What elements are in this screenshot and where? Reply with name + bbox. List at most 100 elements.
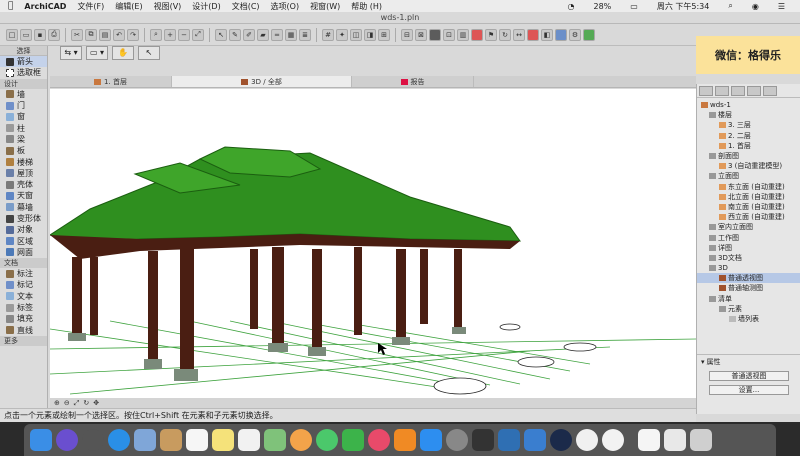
facetime-icon[interactable] xyxy=(342,429,364,451)
menu-help[interactable]: 帮助 (H) xyxy=(351,1,382,12)
design-tool-7[interactable]: 屋顶 xyxy=(0,168,47,179)
menu-options[interactable]: 选项(O) xyxy=(271,1,300,12)
doc-tool-4[interactable]: 填充 xyxy=(0,313,47,324)
tree-stories[interactable]: 楼层 xyxy=(697,110,800,120)
doc-tool-2[interactable]: 文本 xyxy=(0,291,47,302)
save-icon[interactable]: ▪ xyxy=(34,28,46,41)
tree-story-2[interactable]: 2. 二层 xyxy=(697,131,800,141)
menu-view[interactable]: 视图(V) xyxy=(154,1,182,12)
app-menu[interactable]: ArchiCAD xyxy=(24,2,66,11)
tree-elevations[interactable]: 立面图 xyxy=(697,171,800,181)
organizer-tab[interactable] xyxy=(763,86,777,96)
document-icon[interactable] xyxy=(638,429,660,451)
maps-icon[interactable] xyxy=(264,429,286,451)
doc-tool-5[interactable]: 直线 xyxy=(0,325,47,336)
settings-button[interactable]: 设置... xyxy=(709,385,789,395)
tree-interior-elevations[interactable]: 室内立面图 xyxy=(697,222,800,232)
reminders-icon[interactable] xyxy=(238,429,260,451)
tree-3d[interactable]: 3D xyxy=(697,263,800,273)
design-tool-10[interactable]: 幕墙 xyxy=(0,202,47,213)
tool-marquee[interactable]: 选取框 xyxy=(0,67,47,78)
layout-book-tab[interactable] xyxy=(731,86,745,96)
doc-tool-0[interactable]: 标注 xyxy=(0,268,47,279)
zoom-in-icon[interactable]: ⊕ xyxy=(54,399,60,407)
tab-3d[interactable]: 3D / 全部 xyxy=(172,76,352,87)
wifi-icon[interactable]: ◔ xyxy=(568,2,575,11)
siri-icon[interactable]: ◉ xyxy=(752,2,759,11)
archicad-icon[interactable] xyxy=(472,429,494,451)
tree-axonometry[interactable]: 普通轴测图 xyxy=(697,283,800,293)
marquee-shape-button[interactable]: ▭ ▾ xyxy=(86,46,108,60)
books-icon[interactable] xyxy=(394,429,416,451)
launchpad-icon[interactable] xyxy=(82,429,104,451)
calendar-icon[interactable] xyxy=(186,429,208,451)
quicktime-icon[interactable] xyxy=(550,429,572,451)
app-store-icon[interactable] xyxy=(420,429,442,451)
open-file-icon[interactable]: ▭ xyxy=(20,28,32,41)
menu-edit[interactable]: 编辑(E) xyxy=(115,1,142,12)
tree-sections[interactable]: 剖面图 xyxy=(697,151,800,161)
publisher-tab[interactable] xyxy=(747,86,761,96)
clock[interactable]: 周六 下午5:34 xyxy=(657,1,710,12)
design-tool-13[interactable]: 区域 xyxy=(0,235,47,246)
search-icon[interactable]: ⌕ xyxy=(728,1,732,11)
design-tool-11[interactable]: 变形体 xyxy=(0,213,47,224)
downloads-icon[interactable] xyxy=(664,429,686,451)
design-tool-1[interactable]: 门 xyxy=(0,100,47,111)
contacts-icon[interactable] xyxy=(160,429,182,451)
design-tool-12[interactable]: 对象 xyxy=(0,224,47,235)
menu-window[interactable]: 视窗(W) xyxy=(310,1,340,12)
notes-icon[interactable] xyxy=(212,429,234,451)
navigation-icon[interactable]: ✥ xyxy=(93,399,99,407)
control-icon[interactable]: ☰ xyxy=(778,2,785,11)
tree-lists[interactable]: 清单 xyxy=(697,294,800,304)
tool-arrow[interactable]: 箭头 xyxy=(0,56,47,68)
new-file-icon[interactable]: □ xyxy=(6,28,18,41)
menu-file[interactable]: 文件(F) xyxy=(77,1,104,12)
tree-section-item[interactable]: 3 (自动重建模型) xyxy=(697,161,800,171)
system-preferences-icon[interactable] xyxy=(446,429,468,451)
finder-icon[interactable] xyxy=(30,429,52,451)
current-view-field[interactable]: 普通透视图 xyxy=(709,371,789,381)
battery-percent[interactable]: 28% xyxy=(594,2,612,11)
design-tool-14[interactable]: 网面 xyxy=(0,247,47,258)
menu-document[interactable]: 文档(C) xyxy=(232,1,260,12)
zoom-out-icon[interactable]: ⊖ xyxy=(64,399,70,407)
pointer-mode-button[interactable]: ↖ xyxy=(138,46,160,60)
doc-tool-1[interactable]: 标记 xyxy=(0,279,47,290)
fit-in-window-icon[interactable]: ⤢ xyxy=(74,399,80,408)
tree-worksheets[interactable]: 工作图 xyxy=(697,232,800,242)
battery-icon[interactable]: ▭ xyxy=(630,2,638,11)
toolbox-more-header[interactable]: 更多 xyxy=(0,335,47,346)
selection-method-button[interactable]: ⇆ ▾ xyxy=(60,46,82,60)
tree-elevation-east[interactable]: 东立面 (自动重建) xyxy=(697,182,800,192)
tab-report[interactable]: 报告 xyxy=(352,76,474,87)
trash-icon[interactable] xyxy=(690,429,712,451)
menu-design[interactable]: 设计(D) xyxy=(192,1,220,12)
tree-story-3[interactable]: 3. 三层 xyxy=(697,120,800,130)
design-tool-9[interactable]: 天窗 xyxy=(0,190,47,201)
3d-viewport[interactable] xyxy=(50,89,696,398)
tree-details[interactable]: 详图 xyxy=(697,243,800,253)
tree-elevation-west[interactable]: 西立面 (自动重建) xyxy=(697,212,800,222)
tree-3d-documents[interactable]: 3D文档 xyxy=(697,253,800,263)
tree-wall-list[interactable]: 墙列表 xyxy=(697,314,800,324)
design-tool-0[interactable]: 墙 xyxy=(0,89,47,100)
tree-elements[interactable]: 元素 xyxy=(697,304,800,314)
music-icon[interactable] xyxy=(368,429,390,451)
apple-icon[interactable]:  xyxy=(8,1,13,11)
tab-floor-plan[interactable]: 1. 首层 xyxy=(50,76,172,87)
tree-elevation-south[interactable]: 南立面 (自动重建) xyxy=(697,202,800,212)
wechat-icon[interactable] xyxy=(602,429,624,451)
design-tool-5[interactable]: 板 xyxy=(0,145,47,156)
design-tool-2[interactable]: 窗 xyxy=(0,111,47,122)
siri-icon[interactable] xyxy=(56,429,78,451)
orbit-icon[interactable]: ↻ xyxy=(83,399,89,407)
design-tool-6[interactable]: 楼梯 xyxy=(0,156,47,167)
pan-hand-icon[interactable]: ✋ xyxy=(112,46,134,60)
tree-story-1[interactable]: 1. 首层 xyxy=(697,141,800,151)
graphisoft-icon[interactable] xyxy=(524,429,546,451)
qq-icon[interactable] xyxy=(576,429,598,451)
project-map-tab[interactable] xyxy=(699,86,713,96)
properties-header[interactable]: ▾ 属性 xyxy=(697,357,800,367)
